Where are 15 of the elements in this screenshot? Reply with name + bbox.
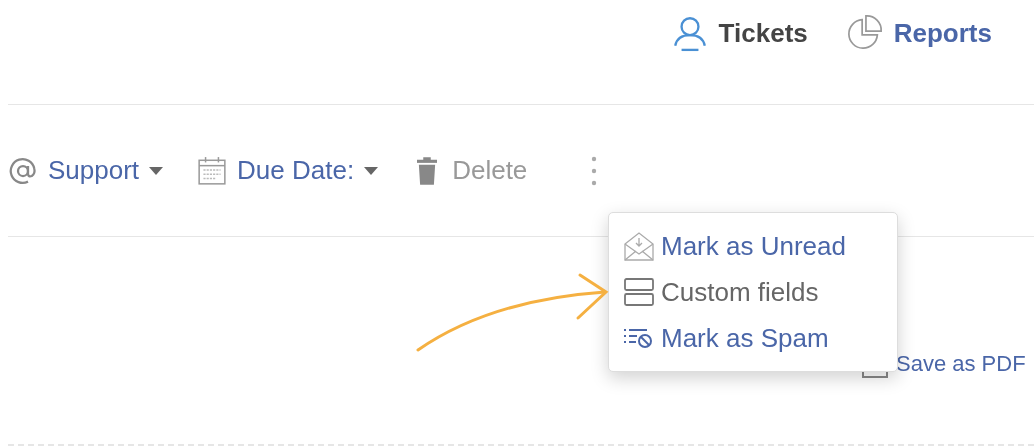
caret-icon — [364, 166, 379, 175]
pie-chart-icon — [845, 14, 884, 52]
toolbar-button[interactable]: Support — [8, 155, 164, 186]
envelope-icon — [623, 230, 655, 262]
toolbar-button[interactable]: Due Date: — [197, 155, 379, 186]
nav-tab[interactable]: Reports — [845, 14, 992, 52]
at-sign-icon — [8, 155, 38, 186]
calendar-icon — [197, 155, 228, 186]
fields-icon — [623, 276, 655, 308]
caret-icon — [149, 166, 164, 175]
more-icon[interactable] — [591, 154, 598, 187]
menu-item[interactable]: Mark as Unread — [623, 225, 883, 267]
menu-item[interactable]: Custom fields — [623, 271, 883, 313]
menu-item[interactable]: Mark as Spam — [623, 317, 883, 359]
nav-tab[interactable]: Tickets — [670, 14, 808, 52]
